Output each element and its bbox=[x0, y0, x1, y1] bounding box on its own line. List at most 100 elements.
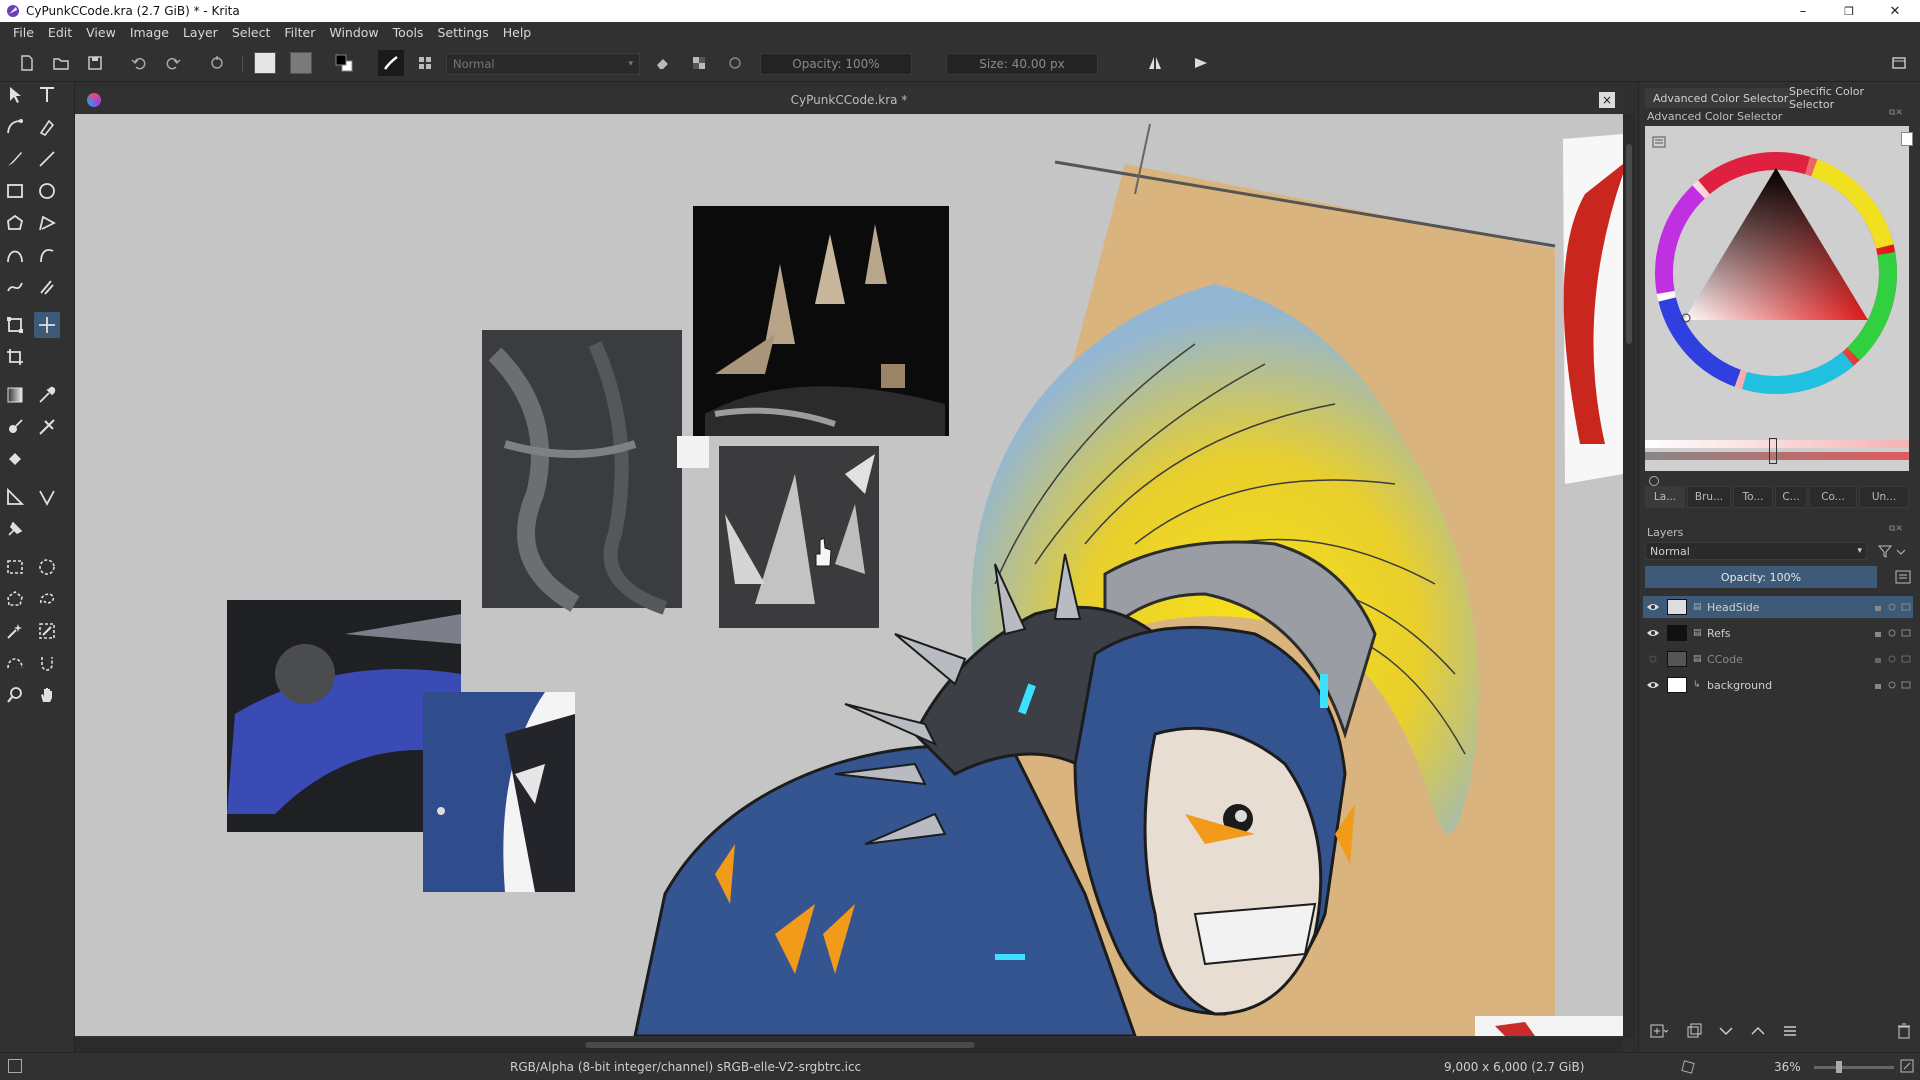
close-document-button[interactable]: × bbox=[1599, 92, 1615, 108]
bezier-curve-tool-icon[interactable] bbox=[2, 242, 28, 268]
line-tool-icon[interactable] bbox=[34, 146, 60, 172]
mirror-horizontal-icon[interactable] bbox=[1144, 52, 1166, 74]
lightness-slider[interactable] bbox=[1645, 440, 1909, 448]
move-layer-up-icon[interactable] bbox=[1749, 1022, 1767, 1043]
selection-display-icon[interactable] bbox=[8, 1059, 22, 1073]
alpha-lock-icon[interactable] bbox=[1885, 602, 1899, 612]
panel-float-close-icon[interactable]: ⧉✕ bbox=[1889, 108, 1903, 118]
measure-tool-icon[interactable] bbox=[34, 484, 60, 510]
ellipse-tool-icon[interactable] bbox=[34, 178, 60, 204]
layer-opacity-slider[interactable]: Opacity: 100% bbox=[1645, 566, 1877, 588]
gradient-selector-icon[interactable] bbox=[254, 52, 276, 74]
eye-icon[interactable] bbox=[1643, 680, 1663, 690]
horizontal-scrollbar[interactable] bbox=[75, 1038, 1623, 1052]
polyline-tool-icon[interactable] bbox=[34, 210, 60, 236]
eraser-mode-icon[interactable] bbox=[652, 52, 674, 74]
reset-rotation-icon[interactable] bbox=[724, 52, 746, 74]
move-tool-icon[interactable] bbox=[34, 312, 60, 338]
menu-file[interactable]: File bbox=[6, 22, 41, 44]
move-layer-down-icon[interactable] bbox=[1717, 1022, 1735, 1043]
alpha-lock-icon[interactable] bbox=[1885, 654, 1899, 664]
inherit-alpha-icon[interactable] bbox=[1899, 602, 1913, 612]
inherit-alpha-icon[interactable] bbox=[1899, 628, 1913, 638]
brush-preset-icon[interactable] bbox=[378, 50, 404, 76]
pattern-selector-icon[interactable] bbox=[290, 52, 312, 74]
freehand-path-tool-icon[interactable] bbox=[34, 242, 60, 268]
freehand-brush-tool-icon[interactable] bbox=[2, 146, 28, 172]
blend-mode-select[interactable]: Normal ▾ bbox=[446, 53, 640, 75]
freehand-selection-tool-icon[interactable] bbox=[34, 586, 60, 612]
delete-layer-icon[interactable] bbox=[1895, 1022, 1913, 1043]
foreground-background-color-icon[interactable] bbox=[333, 52, 355, 74]
eye-hidden-icon[interactable] bbox=[1643, 654, 1663, 664]
drawing-canvas[interactable] bbox=[75, 114, 1623, 1036]
dynamic-brush-tool-icon[interactable] bbox=[2, 274, 28, 300]
open-document-icon[interactable] bbox=[50, 52, 72, 74]
layer-filter-icon[interactable] bbox=[1875, 542, 1909, 560]
similar-color-selection-tool-icon[interactable] bbox=[34, 618, 60, 644]
tab-layers[interactable]: La... bbox=[1645, 486, 1685, 508]
menu-filter[interactable]: Filter bbox=[277, 22, 322, 44]
polygonal-selection-tool-icon[interactable] bbox=[2, 586, 28, 612]
rotate-canvas-icon[interactable] bbox=[1680, 1059, 1696, 1078]
gradient-tool-icon[interactable] bbox=[2, 382, 28, 408]
inherit-alpha-icon[interactable] bbox=[1899, 680, 1913, 690]
mirror-vertical-icon[interactable] bbox=[1190, 52, 1212, 74]
eye-icon[interactable] bbox=[1643, 628, 1663, 638]
pan-tool-icon[interactable] bbox=[34, 682, 60, 708]
layer-group-fold-icon[interactable]: ▤ bbox=[1693, 654, 1703, 664]
slider-handle[interactable] bbox=[1769, 438, 1777, 464]
layer-row-refs[interactable]: ▤ Refs bbox=[1643, 622, 1913, 644]
lock-icon[interactable] bbox=[1871, 628, 1885, 638]
layer-fold-icon[interactable]: ↳ bbox=[1693, 680, 1703, 690]
select-shapes-tool-icon[interactable] bbox=[2, 82, 28, 108]
dock-options-icon[interactable] bbox=[1888, 52, 1910, 74]
magnetic-selection-tool-icon[interactable] bbox=[34, 650, 60, 676]
color-wheel-triangle[interactable] bbox=[1651, 148, 1901, 398]
layer-properties-icon[interactable] bbox=[1893, 568, 1913, 586]
tab-undo[interactable]: Un... bbox=[1859, 486, 1909, 508]
workspace-grid-icon[interactable] bbox=[414, 52, 436, 74]
menu-view[interactable]: View bbox=[79, 22, 123, 44]
tab-advanced-color-selector[interactable]: Advanced Color Selector bbox=[1645, 88, 1797, 108]
lock-icon[interactable] bbox=[1871, 654, 1885, 664]
crop-tool-icon[interactable] bbox=[2, 344, 28, 370]
transform-tool-icon[interactable] bbox=[2, 312, 28, 338]
resize-grip-icon[interactable] bbox=[1900, 1059, 1914, 1076]
layer-group-fold-icon[interactable]: ▤ bbox=[1693, 602, 1703, 612]
fill-tool-icon[interactable] bbox=[2, 446, 28, 472]
edit-shapes-tool-icon[interactable] bbox=[2, 114, 28, 140]
close-window-button[interactable]: ✕ bbox=[1872, 0, 1918, 22]
preserve-alpha-icon[interactable] bbox=[688, 52, 710, 74]
size-slider[interactable]: Size: 40.00 px bbox=[946, 53, 1098, 75]
contiguous-selection-tool-icon[interactable] bbox=[2, 618, 28, 644]
saturation-slider[interactable] bbox=[1645, 452, 1909, 460]
duplicate-layer-icon[interactable] bbox=[1685, 1022, 1703, 1043]
alpha-lock-icon[interactable] bbox=[1885, 628, 1899, 638]
menu-layer[interactable]: Layer bbox=[176, 22, 225, 44]
layers-float-close-icon[interactable]: ⧉✕ bbox=[1889, 524, 1903, 534]
menu-window[interactable]: Window bbox=[322, 22, 385, 44]
opacity-slider[interactable]: Opacity: 100% bbox=[760, 53, 912, 75]
lock-icon[interactable] bbox=[1871, 680, 1885, 690]
tab-channels[interactable]: C... bbox=[1775, 486, 1807, 508]
vertical-scrollbar-thumb[interactable] bbox=[1626, 144, 1632, 344]
tab-brushes[interactable]: Bru... bbox=[1687, 486, 1731, 508]
alpha-lock-icon[interactable] bbox=[1885, 680, 1899, 690]
layer-blend-mode-select[interactable]: Normal ▾ bbox=[1645, 542, 1867, 560]
new-document-icon[interactable] bbox=[16, 52, 38, 74]
menu-tools[interactable]: Tools bbox=[386, 22, 431, 44]
zoom-slider-handle[interactable] bbox=[1836, 1061, 1842, 1073]
calligraphy-tool-icon[interactable] bbox=[34, 114, 60, 140]
layer-menu-icon[interactable] bbox=[1781, 1022, 1799, 1043]
assistant-tool-icon-2[interactable] bbox=[2, 484, 28, 510]
maximize-button[interactable]: ❐ bbox=[1826, 0, 1872, 22]
menu-settings[interactable]: Settings bbox=[430, 22, 495, 44]
color-picker-tool-icon[interactable] bbox=[34, 382, 60, 408]
smart-patch-tool-icon[interactable] bbox=[2, 414, 28, 440]
inherit-alpha-icon[interactable] bbox=[1899, 654, 1913, 664]
layer-row-headside[interactable]: ▤ HeadSide bbox=[1643, 596, 1913, 618]
vertical-scrollbar[interactable] bbox=[1623, 114, 1635, 1038]
redo-icon[interactable] bbox=[162, 52, 184, 74]
assistant-tool-icon[interactable] bbox=[34, 414, 60, 440]
